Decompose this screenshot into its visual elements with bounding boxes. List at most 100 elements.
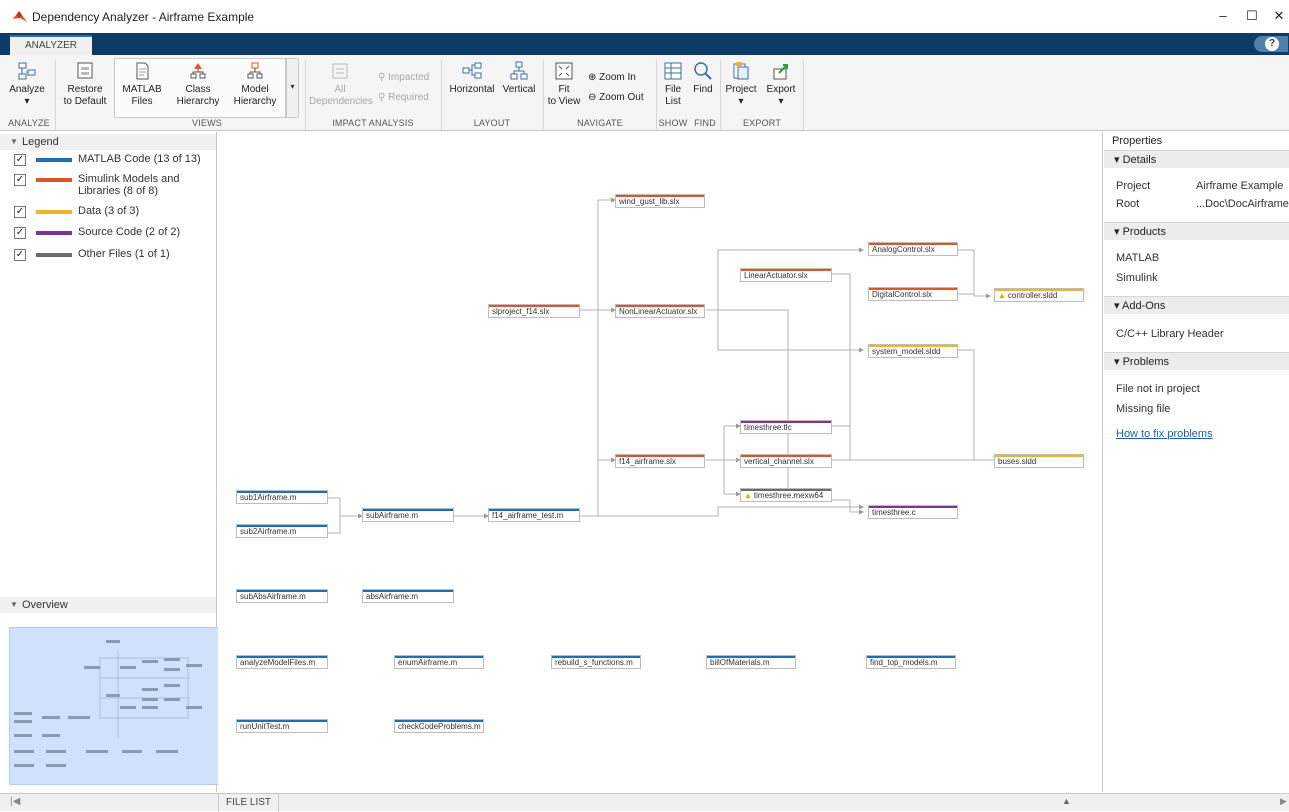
node-label-row: subAbsAirframe.m xyxy=(240,591,327,602)
graph-node[interactable]: buses.sldd xyxy=(994,454,1084,468)
matlab-files-view-button[interactable]: MATLAB Files xyxy=(117,61,167,108)
find-button[interactable]: Find xyxy=(690,61,716,96)
impacted-button[interactable]: ⚲ Impacted xyxy=(378,72,429,83)
graph-node[interactable]: f14_airframe_test.m xyxy=(488,508,580,522)
section-label-navigate: NAVIGATE xyxy=(577,118,623,128)
scroll-start-icon[interactable]: |◀ xyxy=(10,796,20,807)
expand-panel-icon[interactable]: ▲ xyxy=(1062,796,1071,806)
products-header[interactable]: ▾ Products xyxy=(1104,222,1289,240)
node-label: buses.sldd xyxy=(998,457,1037,466)
maximize-button[interactable]: ☐ xyxy=(1241,6,1263,26)
graph-node[interactable]: enumAirframe.m xyxy=(394,655,484,669)
legend-swatch xyxy=(36,158,72,162)
node-type-bar xyxy=(395,656,483,658)
matlab-files-label-1: MATLAB xyxy=(122,84,162,95)
collapse-icon: ▾ xyxy=(1114,154,1123,166)
node-label-row: timesthree.tlc xyxy=(744,422,831,433)
graph-node[interactable]: DigitalControl.slx xyxy=(868,287,958,301)
node-type-bar xyxy=(237,525,327,527)
graph-node[interactable]: sub1Airframe.m xyxy=(236,490,328,504)
legend-checkbox[interactable]: ✓ xyxy=(14,154,26,166)
node-label: timesthree.c xyxy=(872,508,916,517)
graph-node[interactable]: rebuild_s_functions.m xyxy=(551,655,641,669)
collapse-icon: ▼ xyxy=(10,137,18,146)
node-type-bar xyxy=(489,305,579,307)
model-hierarchy-label-2: Hierarchy xyxy=(233,96,277,107)
node-label: find_top_models.m xyxy=(870,658,938,667)
project-button[interactable]: Project ▾ xyxy=(722,61,760,108)
zoom-out-button[interactable]: ⊖ Zoom Out xyxy=(588,92,644,103)
graph-node[interactable]: timesthree.c xyxy=(868,505,958,519)
node-label: runUnitTest.m xyxy=(240,722,290,731)
addon-item: C/C++ Library Header xyxy=(1116,328,1224,340)
warning-icon: ▲ xyxy=(998,291,1006,300)
node-label-row: absAirframe.m xyxy=(366,591,453,602)
file-list-tab[interactable]: FILE LIST xyxy=(218,794,280,812)
graph-node[interactable]: runUnitTest.m xyxy=(236,719,328,733)
export-button[interactable]: Export ▾ xyxy=(762,61,800,108)
views-more-button[interactable]: ▾ xyxy=(286,58,299,118)
required-label: Required xyxy=(388,92,429,103)
all-dependencies-label-1: All xyxy=(334,84,346,95)
node-label-row: f14_airframe.slx xyxy=(619,456,704,467)
graph-node[interactable]: slproject_f14.slx xyxy=(488,304,580,318)
restore-to-default-button[interactable]: Restore to Default xyxy=(58,61,112,108)
details-header[interactable]: ▾ Details xyxy=(1104,150,1289,168)
model-hierarchy-button[interactable]: Model Hierarchy xyxy=(228,61,282,108)
analyze-button[interactable]: Analyze ▾ xyxy=(4,61,50,108)
file-list-button[interactable]: File List xyxy=(658,61,688,108)
graph-node[interactable]: ▲ timesthree.mexw64 xyxy=(740,488,832,502)
how-to-fix-link[interactable]: How to fix problems xyxy=(1116,428,1213,440)
legend-title: Legend xyxy=(22,136,59,148)
problems-header[interactable]: ▾ Problems xyxy=(1104,352,1289,370)
node-label: billOfMaterials.m xyxy=(710,658,770,667)
graph-node[interactable]: timesthree.tlc xyxy=(740,420,832,434)
graph-node[interactable]: f14_airframe.slx xyxy=(615,454,705,468)
all-dependencies-button[interactable]: All Dependencies xyxy=(309,61,373,108)
legend-checkbox[interactable]: ✓ xyxy=(14,249,26,261)
graph-node[interactable]: wind_gust_lib.slx xyxy=(615,194,705,208)
graph-node[interactable]: billOfMaterials.m xyxy=(706,655,796,669)
horizontal-layout-button[interactable]: Horizontal xyxy=(446,61,498,96)
graph-node[interactable]: find_top_models.m xyxy=(866,655,956,669)
node-label: subAbsAirframe.m xyxy=(240,592,306,601)
file-list-label-2: List xyxy=(665,96,681,107)
impacted-icon: ⚲ xyxy=(378,72,389,83)
graph-node[interactable]: AnalogControl.slx xyxy=(868,242,958,256)
class-hierarchy-label-1: Class xyxy=(185,84,211,95)
dependency-graph-canvas[interactable]: wind_gust_lib.slx slproject_f14.slx NonLin… xyxy=(218,132,1103,792)
graph-node[interactable]: ▲ controller.sldd xyxy=(994,288,1084,302)
zoom-in-button[interactable]: ⊕ Zoom In xyxy=(588,72,636,83)
minimize-button[interactable]: – xyxy=(1212,6,1234,26)
vertical-layout-button[interactable]: Vertical xyxy=(500,61,538,96)
help-button[interactable]: ? xyxy=(1254,36,1288,52)
window-title: Dependency Analyzer - Airframe Example xyxy=(32,10,255,24)
graph-node[interactable]: checkCodeProblems.m xyxy=(394,719,484,733)
overview-minimap[interactable] xyxy=(9,627,219,785)
graph-node[interactable]: NonLinearActuator.slx xyxy=(615,304,705,318)
addons-header[interactable]: ▾ Add-Ons xyxy=(1104,296,1289,314)
legend-checkbox[interactable]: ✓ xyxy=(14,227,26,239)
overview-graph xyxy=(14,640,202,767)
legend-header[interactable]: ▼ Legend xyxy=(0,134,216,150)
close-button[interactable]: ✕ xyxy=(1268,6,1289,26)
overview-header[interactable]: ▼ Overview xyxy=(0,597,216,613)
graph-node[interactable]: system_model.sldd xyxy=(868,344,958,358)
graph-node[interactable]: subAirframe.m xyxy=(362,508,454,522)
legend-checkbox[interactable]: ✓ xyxy=(14,206,26,218)
fit-to-view-button[interactable]: Fit to View xyxy=(546,61,582,108)
graph-node[interactable]: vertical_channel.slx xyxy=(740,454,832,468)
graph-node[interactable]: analyzeModelFiles.m xyxy=(236,655,328,669)
node-label-row: NonLinearActuator.slx xyxy=(619,306,704,317)
node-type-bar xyxy=(869,345,957,347)
graph-node[interactable]: sub2Airframe.m xyxy=(236,524,328,538)
graph-node[interactable]: LinearActuator.slx xyxy=(740,268,832,282)
graph-node[interactable]: absAirframe.m xyxy=(362,589,454,603)
fit-label-2: to View xyxy=(547,96,581,107)
graph-node[interactable]: subAbsAirframe.m xyxy=(236,589,328,603)
required-button[interactable]: ⚲ Required xyxy=(378,92,429,103)
class-hierarchy-button[interactable]: Class Hierarchy xyxy=(172,61,224,108)
legend-checkbox[interactable]: ✓ xyxy=(14,174,26,186)
scroll-end-icon[interactable]: ▶ xyxy=(1280,796,1287,807)
tab-analyzer[interactable]: ANALYZER xyxy=(10,35,92,55)
